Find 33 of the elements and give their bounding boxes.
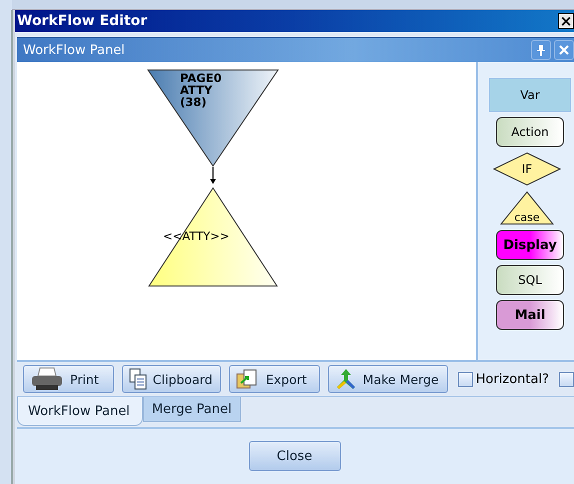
checkbox[interactable] [559,372,574,386]
merge-node[interactable] [148,187,278,286]
sql-tool[interactable]: SQL [496,265,564,295]
panel-tab[interactable]: WorkFlow Panel [17,397,143,426]
close-icon [559,45,569,55]
panel-title: WorkFlow Panel [22,42,125,58]
merge-arrows-icon [334,367,357,391]
printer-icon [30,366,64,392]
panel-tab[interactable]: Merge Panel [142,397,241,422]
node-label: ATTY [180,83,212,97]
mail-tool[interactable]: Mail [496,300,564,330]
connector-arrow [210,167,216,184]
var-tool[interactable]: Var [489,78,571,112]
clipboard-button[interactable]: Clipboard [122,365,222,393]
node-label: PAGE0 [180,71,222,85]
merge-button[interactable]: Make Merge [328,365,448,393]
node-label: (38) [180,95,207,109]
export-icon [236,369,258,389]
checkbox[interactable] [458,372,473,386]
copy-icon [128,368,147,390]
pin-icon [536,44,546,56]
close-button[interactable] [554,40,574,60]
export-button[interactable]: Export [229,365,320,393]
action-tool[interactable]: Action [496,117,564,147]
case-tool[interactable]: case [500,191,554,225]
page-node[interactable] [147,70,279,167]
close-button[interactable]: Close [248,441,340,471]
checkbox-label: Horizontal? [476,372,549,386]
close-button[interactable]: × [558,13,574,29]
print-button[interactable]: Print [23,365,114,393]
if-tool[interactable]: IF [493,152,561,186]
window-title: WorkFlow Editor [16,13,148,29]
pin-button[interactable] [531,40,551,60]
